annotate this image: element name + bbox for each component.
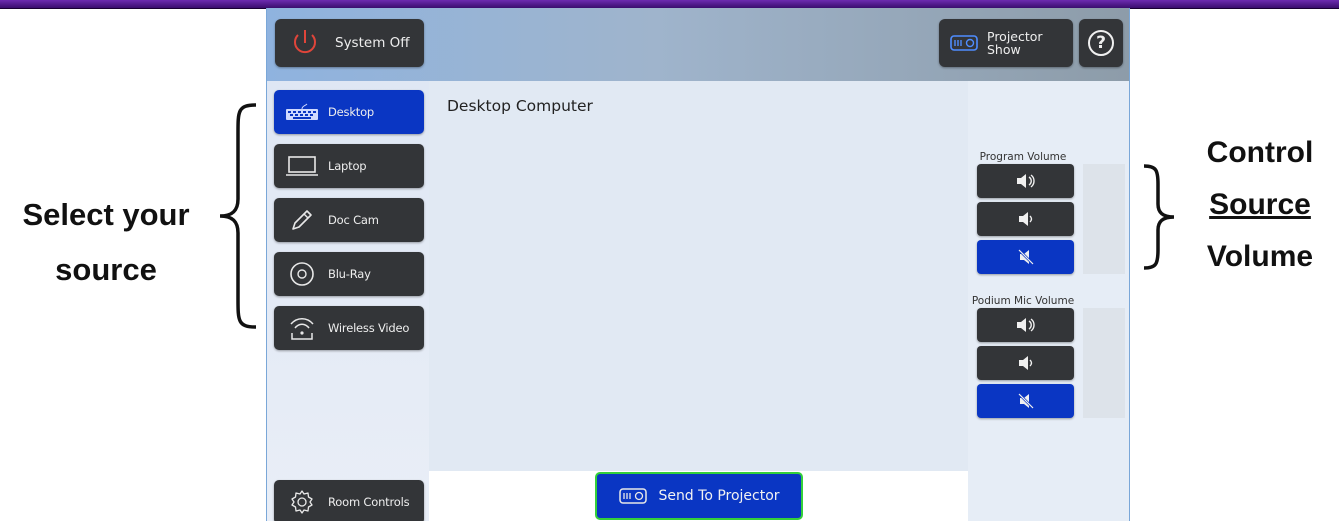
podium-volume-down-button[interactable]: [977, 346, 1074, 380]
source-wireless-button[interactable]: Wireless Video: [274, 306, 424, 350]
source-bluray-button[interactable]: Blu-Ray: [274, 252, 424, 296]
annotation-select-source: Select your source: [6, 199, 206, 285]
program-volume-slider[interactable]: [1083, 164, 1125, 274]
system-off-label: System Off: [335, 35, 410, 51]
program-volume-up-button[interactable]: [977, 164, 1074, 198]
source-preview-area: Desktop Computer: [429, 81, 968, 471]
laptop-icon: [286, 156, 318, 176]
annotation-line: Select your: [22, 197, 190, 232]
room-controls-label: Room Controls: [328, 495, 410, 509]
right-brace: [1143, 164, 1175, 270]
volume-down-icon: [1018, 356, 1032, 370]
left-brace: [219, 103, 257, 329]
projector-icon: [619, 488, 648, 504]
source-label: Blu-Ray: [328, 267, 371, 281]
system-off-button[interactable]: System Off: [275, 19, 424, 67]
source-desktop-button[interactable]: Desktop: [274, 90, 424, 134]
annotation-line: Source: [1209, 188, 1311, 221]
header-bar: System Off Projector Show ?: [267, 8, 1129, 81]
volume-down-icon: [1018, 212, 1032, 226]
pen-icon: [292, 210, 312, 230]
projector-icon: [950, 35, 978, 51]
help-label: ?: [1096, 33, 1106, 53]
podium-volume-slider[interactable]: [1083, 308, 1125, 418]
projector-show-label-line2: Show: [987, 42, 1021, 57]
send-to-projector-label: Send To Projector: [658, 488, 780, 504]
power-icon: [294, 30, 316, 54]
source-label: Doc Cam: [328, 213, 379, 227]
keyboard-icon: [286, 103, 318, 120]
podium-mic-volume-label: Podium Mic Volume: [971, 295, 1075, 307]
mute-icon: [1017, 249, 1034, 265]
source-label: Wireless Video: [328, 321, 410, 335]
annotation-line: Volume: [1206, 240, 1314, 273]
projector-show-button[interactable]: Projector Show: [939, 19, 1073, 67]
control-panel: System Off Projector Show ? Desktop Lapt…: [266, 8, 1130, 521]
program-volume-label: Program Volume: [979, 151, 1067, 163]
wireless-icon: [290, 318, 314, 340]
current-source-title: Desktop Computer: [447, 97, 593, 115]
mute-icon: [1017, 393, 1034, 409]
annotation-control-volume: Control Source Volume: [1190, 138, 1330, 272]
gear-icon: [291, 490, 313, 514]
source-label: Laptop: [328, 159, 367, 173]
annotation-line: Control: [1206, 136, 1314, 169]
source-doccam-button[interactable]: Doc Cam: [274, 198, 424, 242]
volume-up-icon: [1016, 318, 1035, 332]
room-controls-button[interactable]: Room Controls: [274, 480, 424, 521]
podium-mute-button[interactable]: [977, 384, 1074, 418]
program-mute-button[interactable]: [977, 240, 1074, 274]
disc-icon: [290, 262, 314, 286]
podium-volume-up-button[interactable]: [977, 308, 1074, 342]
volume-up-icon: [1016, 174, 1035, 188]
send-to-projector-button[interactable]: Send To Projector: [595, 472, 803, 520]
source-list: Desktop Laptop Doc Cam Blu-Ray Wireless …: [267, 81, 429, 521]
annotation-line: source: [55, 252, 157, 287]
source-label: Desktop: [328, 105, 375, 119]
volume-panel: Program Volume Podium Mic Volume: [968, 81, 1129, 521]
program-volume-down-button[interactable]: [977, 202, 1074, 236]
help-button[interactable]: ?: [1079, 19, 1123, 67]
source-laptop-button[interactable]: Laptop: [274, 144, 424, 188]
